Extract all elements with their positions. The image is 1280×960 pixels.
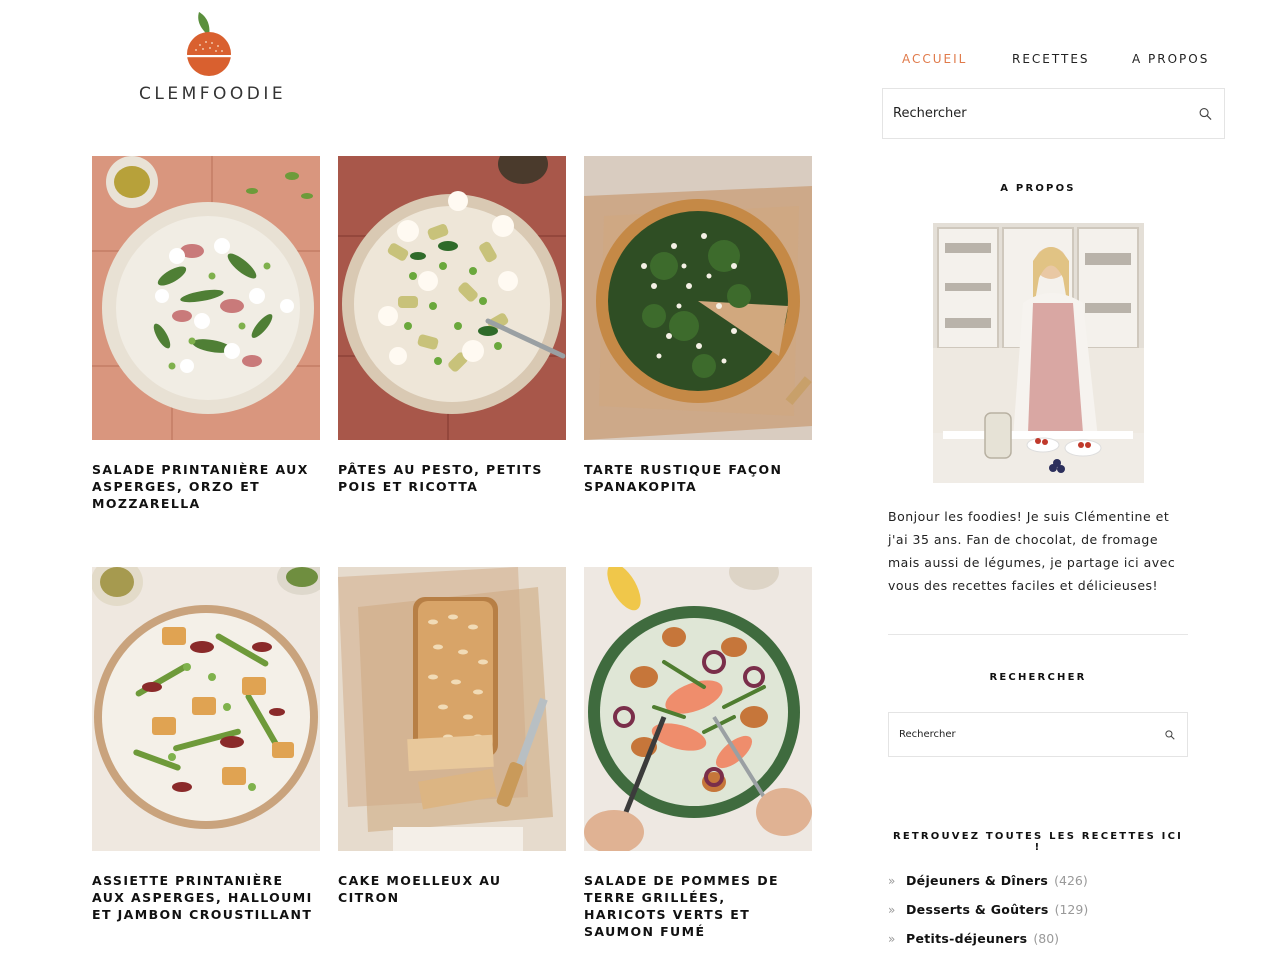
logo-text: CLEMFOODIE: [139, 84, 287, 104]
recipe-photo[interactable]: [584, 156, 812, 440]
about-heading: A PROPOS: [1000, 183, 1076, 194]
bullet-icon: »: [888, 932, 896, 946]
recipe-title[interactable]: ASSIETTE PRINTANIÈRE AUX ASPERGES, HALLO…: [92, 872, 320, 923]
category-count: (426): [1054, 873, 1088, 888]
category-count: (129): [1054, 902, 1089, 917]
recipe-card[interactable]: ASSIETTE PRINTANIÈRE AUX ASPERGES, HALLO…: [92, 567, 320, 923]
category-count: (80): [1033, 931, 1060, 946]
category-item: » Desserts & Goûters (129): [888, 902, 1188, 931]
recipe-card[interactable]: PÂTES AU PESTO, PETITS POIS ET RICOTTA: [338, 156, 566, 495]
category-link[interactable]: Petits-déjeuners: [906, 931, 1027, 946]
search-heading: RECHERCHER: [989, 672, 1087, 683]
recipe-title[interactable]: TARTE RUSTIQUE FAÇON SPANAKOPITA: [584, 461, 812, 495]
category-link[interactable]: Desserts & Goûters: [906, 902, 1049, 917]
header-search-input[interactable]: [883, 89, 1224, 138]
recipe-title[interactable]: SALADE PRINTANIÈRE AUX ASPERGES, ORZO ET…: [92, 461, 320, 512]
header-search: [882, 88, 1225, 139]
category-item: » Petits-déjeuners (80): [888, 931, 1188, 960]
sidebar-search: [888, 712, 1188, 757]
recipe-title[interactable]: PÂTES AU PESTO, PETITS POIS ET RICOTTA: [338, 461, 566, 495]
recipe-card[interactable]: SALADE DE POMMES DE TERRE GRILLÉES, HARI…: [584, 567, 812, 940]
recipe-title[interactable]: CAKE MOELLEUX AU CITRON: [338, 872, 566, 906]
category-item: » Déjeuners & Dîners (426): [888, 873, 1188, 902]
sidebar-search-input[interactable]: [889, 713, 1187, 756]
recipe-card[interactable]: CAKE MOELLEUX AU CITRON: [338, 567, 566, 906]
nav-item-recettes[interactable]: RECETTES: [1012, 52, 1090, 66]
bullet-icon: »: [888, 903, 896, 917]
categories-heading: RETROUVEZ TOUTES LES RECETTES ICI !: [892, 831, 1184, 853]
category-list: » Déjeuners & Dîners (426) » Desserts & Go…: [888, 873, 1188, 960]
main-nav: ACCUEIL RECETTES A PROPOS: [880, 52, 1280, 68]
author-bio: Bonjour les foodies! Je suis Clémentine …: [888, 509, 1176, 593]
category-link[interactable]: Déjeuners & Dîners: [906, 873, 1048, 888]
author-portrait: [933, 223, 1144, 483]
bullet-icon: »: [888, 874, 896, 888]
recipe-photo[interactable]: [92, 156, 320, 440]
recipe-photo[interactable]: [338, 567, 566, 851]
orange-logo-icon: [187, 12, 231, 76]
recipe-card[interactable]: TARTE RUSTIQUE FAÇON SPANAKOPITA: [584, 156, 812, 495]
recipe-photo[interactable]: [584, 567, 812, 851]
recipe-photo[interactable]: [92, 567, 320, 851]
sidebar-divider: [888, 634, 1188, 635]
site-logo[interactable]: CLEMFOODIE: [139, 10, 287, 104]
search-icon[interactable]: [1199, 107, 1212, 120]
nav-item-a-propos[interactable]: A PROPOS: [1132, 52, 1209, 66]
nav-item-accueil[interactable]: ACCUEIL: [902, 52, 967, 66]
recipe-title[interactable]: SALADE DE POMMES DE TERRE GRILLÉES, HARI…: [584, 872, 812, 940]
recipe-photo[interactable]: [338, 156, 566, 440]
recipe-card[interactable]: SALADE PRINTANIÈRE AUX ASPERGES, ORZO ET…: [92, 156, 320, 512]
search-icon[interactable]: [1165, 729, 1175, 740]
